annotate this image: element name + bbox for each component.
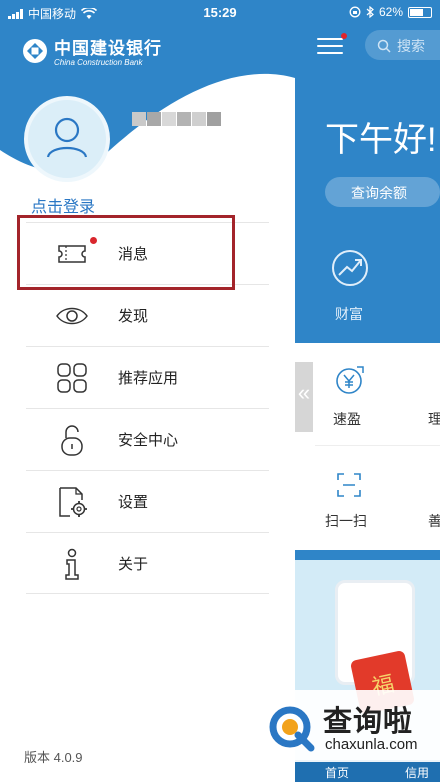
user-avatar[interactable]: [24, 96, 110, 182]
wealth-label[interactable]: 财富: [335, 304, 363, 324]
tab-credit[interactable]: 信用: [405, 764, 429, 781]
message-icon: [58, 245, 86, 263]
greeting-text: 下午好!: [325, 121, 437, 159]
menu-label: 消息: [118, 246, 149, 263]
app-version: 版本 4.0.9: [24, 750, 83, 765]
scan-label[interactable]: 扫一扫: [325, 511, 367, 531]
check-balance-button[interactable]: 查询余额: [325, 177, 440, 207]
background-home-screen: 搜索 下午好! 查询余额 财富 速盈 理 扫一扫 善 « 福 首页 信用: [295, 0, 440, 782]
menu-item-discover[interactable]: 发现: [26, 284, 269, 346]
licai-label[interactable]: 理: [428, 409, 440, 429]
ccb-logo: 中国建设银行 China Construction Bank: [22, 34, 162, 67]
shan-label[interactable]: 善: [428, 511, 440, 531]
chaxunla-watermark: 查询啦 chaxunla.com: [257, 690, 440, 762]
lock-icon: [61, 425, 83, 456]
bank-name-cn: 中国建设银行: [54, 39, 162, 58]
menu-item-about[interactable]: 关于: [26, 532, 269, 594]
notification-dot: [341, 33, 347, 39]
bank-name-en: China Construction Bank: [54, 58, 143, 67]
menu-item-messages[interactable]: 消息: [26, 222, 269, 284]
menu-hamburger-icon[interactable]: [317, 33, 347, 56]
settings-gear-icon: [59, 487, 87, 517]
menu-label: 发现: [118, 308, 149, 325]
unread-badge: [90, 237, 97, 244]
drawer-menu: 消息 发现 推荐应用 安全中心 设置 关于: [26, 222, 269, 594]
user-icon: [46, 117, 88, 158]
info-icon: [65, 548, 79, 580]
menu-label: 设置: [118, 494, 149, 511]
watermark-text-en: chaxunla.com: [325, 736, 418, 753]
menu-item-settings[interactable]: 设置: [26, 470, 269, 532]
menu-label: 关于: [118, 556, 149, 573]
chaxunla-logo-icon: [269, 706, 315, 752]
collapse-drawer-handle[interactable]: «: [295, 362, 313, 432]
side-drawer: 中国建设银行 China Construction Bank 点击登录 消息 发…: [0, 0, 295, 782]
menu-item-security-center[interactable]: 安全中心: [26, 408, 269, 470]
battery-icon: [408, 6, 432, 18]
status-bar: 中国移动 15:29 62%: [0, 0, 440, 24]
eye-icon: [56, 307, 88, 325]
menu-item-recommended-apps[interactable]: 推荐应用: [26, 346, 269, 408]
yen-growth-icon[interactable]: [335, 365, 365, 395]
scan-icon[interactable]: [337, 473, 361, 497]
suying-label[interactable]: 速盈: [333, 409, 361, 429]
menu-label: 安全中心: [118, 432, 179, 449]
tab-home[interactable]: 首页: [325, 764, 349, 781]
watermark-text-cn: 查询啦: [323, 706, 414, 738]
masked-username: [132, 112, 236, 140]
search-box[interactable]: 搜索: [365, 30, 440, 60]
orientation-lock-icon: [349, 6, 361, 18]
bluetooth-icon: [366, 6, 374, 18]
menu-label: 推荐应用: [118, 370, 179, 387]
ccb-logo-icon: [23, 38, 47, 63]
apps-grid-icon: [57, 363, 87, 393]
battery-percent: 62%: [378, 5, 403, 19]
wealth-chart-icon[interactable]: [330, 248, 370, 288]
quick-functions-panel: 速盈 理 扫一扫 善: [295, 343, 440, 550]
search-placeholder: 搜索: [397, 38, 425, 54]
login-link[interactable]: 点击登录: [31, 193, 95, 217]
bottom-tab-bar: 首页 信用: [295, 760, 440, 782]
divider: [315, 445, 440, 446]
search-icon: [377, 39, 391, 53]
